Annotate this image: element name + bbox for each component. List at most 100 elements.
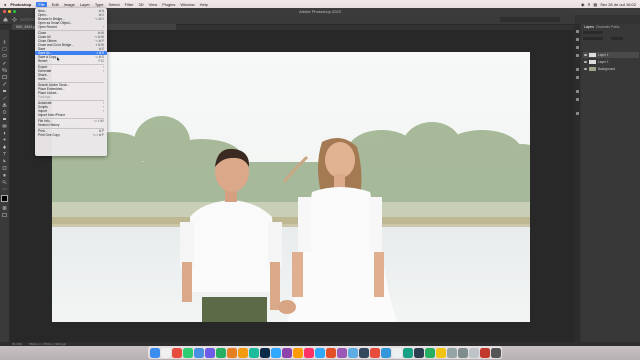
libraries-panel-icon[interactable] — [576, 54, 579, 57]
rectangle-tool-icon[interactable] — [2, 166, 7, 170]
eyedropper-tool-icon[interactable] — [2, 82, 7, 86]
eye-icon[interactable] — [584, 61, 587, 63]
navigator-panel-icon[interactable] — [576, 112, 579, 115]
layer-row[interactable]: Background — [583, 66, 639, 72]
menu-select[interactable]: Select — [108, 2, 119, 7]
dock-app-icon[interactable] — [238, 347, 248, 358]
lasso-tool-icon[interactable] — [2, 54, 7, 58]
dock-app-icon[interactable] — [172, 347, 182, 358]
move-tool-icon[interactable] — [2, 40, 7, 44]
dock-app-icon[interactable] — [293, 347, 303, 358]
foreground-color-swatch[interactable] — [1, 195, 8, 202]
menu-view[interactable]: View — [149, 2, 158, 7]
menu-3d[interactable]: 3D — [139, 2, 144, 7]
crop-tool-icon[interactable] — [2, 68, 7, 72]
dock-app-icon[interactable] — [370, 347, 380, 358]
dock-app-icon[interactable] — [491, 347, 501, 358]
path-selection-tool-icon[interactable] — [2, 159, 7, 163]
menu-app-name[interactable]: Photoshop — [10, 2, 31, 7]
blur-tool-icon[interactable] — [2, 131, 7, 135]
marquee-tool-icon[interactable] — [2, 47, 7, 51]
search-icon[interactable]: ⚲ — [587, 2, 590, 7]
dock-app-icon[interactable] — [227, 347, 237, 358]
file-menu-item[interactable]: Revert F12 — [35, 59, 107, 63]
dock-app-icon[interactable] — [480, 347, 490, 358]
type-tool-icon[interactable] — [2, 152, 7, 156]
tab-layers[interactable]: Layers — [584, 25, 594, 29]
dock-app-icon[interactable] — [304, 347, 314, 358]
menu-file[interactable]: File — [36, 1, 47, 7]
dock-app-icon[interactable] — [425, 347, 435, 358]
dock-app-icon[interactable] — [271, 347, 281, 358]
dock-app-icon[interactable] — [315, 347, 325, 358]
menu-window[interactable]: Window — [180, 2, 194, 7]
brush-tool-icon[interactable] — [2, 96, 7, 100]
dock-app-icon[interactable] — [205, 347, 215, 358]
file-menu-item[interactable]: Invite... — [35, 77, 107, 81]
menu-image[interactable]: Image — [64, 2, 75, 7]
dock-app-icon[interactable] — [194, 347, 204, 358]
menubar-clock[interactable]: Sex 28 de out 16:02 — [600, 2, 636, 7]
swatches-panel-icon[interactable] — [576, 98, 579, 101]
share-area[interactable] — [500, 17, 560, 22]
eye-icon[interactable] — [584, 54, 587, 56]
menu-plugins[interactable]: Plugins — [162, 2, 175, 7]
dock-app-icon[interactable] — [282, 347, 292, 358]
dock-app-icon[interactable] — [392, 347, 402, 358]
file-menu-item[interactable]: Print One Copy ⌥⇧⌘P — [35, 133, 107, 137]
menu-help[interactable]: Help — [200, 2, 208, 7]
opacity-field[interactable] — [611, 37, 623, 40]
pen-tool-icon[interactable] — [2, 145, 7, 149]
clone-stamp-tool-icon[interactable] — [2, 103, 7, 107]
dock-app-icon[interactable] — [326, 347, 336, 358]
dock-app-icon[interactable] — [348, 347, 358, 358]
eraser-tool-icon[interactable] — [2, 117, 7, 121]
more-tools-icon[interactable] — [2, 187, 7, 191]
dock-app-icon[interactable] — [183, 347, 193, 358]
history-brush-tool-icon[interactable] — [2, 110, 7, 114]
dock-app-icon[interactable] — [161, 347, 171, 358]
dock-app-icon[interactable] — [216, 347, 226, 358]
character-panel-icon[interactable] — [576, 68, 579, 71]
properties-panel-icon[interactable] — [576, 38, 579, 41]
eye-icon[interactable] — [584, 68, 587, 70]
dock-app-icon[interactable] — [381, 347, 391, 358]
screen-mode-icon[interactable] — [2, 213, 7, 217]
layer-row[interactable]: Layer 1 — [583, 52, 639, 58]
menu-type[interactable]: Type — [95, 2, 104, 7]
dock-app-icon[interactable] — [337, 347, 347, 358]
quick-selection-tool-icon[interactable] — [2, 61, 7, 65]
dock-app-icon[interactable] — [447, 347, 457, 358]
dock-app-icon[interactable] — [414, 347, 424, 358]
file-menu-item[interactable]: Import from iPhone — [35, 113, 107, 117]
paragraph-panel-icon[interactable] — [576, 76, 579, 79]
healing-brush-tool-icon[interactable] — [2, 89, 7, 93]
file-menu-item[interactable]: Package... — [35, 95, 107, 99]
history-panel-icon[interactable] — [576, 30, 579, 33]
menu-filter[interactable]: Filter — [125, 2, 134, 7]
layer-filter-kind[interactable] — [583, 31, 603, 34]
brushes-panel-icon[interactable] — [576, 90, 579, 93]
menu-layer[interactable]: Layer — [80, 2, 90, 7]
control-center-icon[interactable]: ▦ — [593, 2, 597, 7]
adjustments-panel-icon[interactable] — [576, 46, 579, 49]
blend-mode-select[interactable] — [583, 37, 603, 40]
file-menu-item[interactable]: Open Recent › — [35, 25, 107, 29]
dodge-tool-icon[interactable] — [2, 138, 7, 142]
tab-paths[interactable]: Paths — [611, 25, 619, 29]
move-tool-option-icon[interactable] — [12, 17, 17, 22]
dock-app-icon[interactable] — [469, 347, 479, 358]
layer-row[interactable]: Layer 1 — [583, 59, 639, 65]
apple-icon[interactable]: ● — [4, 2, 6, 7]
dock-app-icon[interactable] — [359, 347, 369, 358]
dock-app-icon[interactable] — [260, 347, 270, 358]
hand-tool-icon[interactable] — [2, 173, 7, 177]
wifi-icon[interactable]: ◉ — [581, 2, 585, 7]
dock-app-icon[interactable] — [403, 347, 413, 358]
menu-edit[interactable]: Edit — [52, 2, 59, 7]
home-icon[interactable] — [3, 17, 8, 22]
dock-app-icon[interactable] — [458, 347, 468, 358]
gradient-tool-icon[interactable] — [2, 124, 7, 128]
dock-app-icon[interactable] — [150, 347, 160, 358]
quick-mask-icon[interactable] — [2, 206, 7, 210]
